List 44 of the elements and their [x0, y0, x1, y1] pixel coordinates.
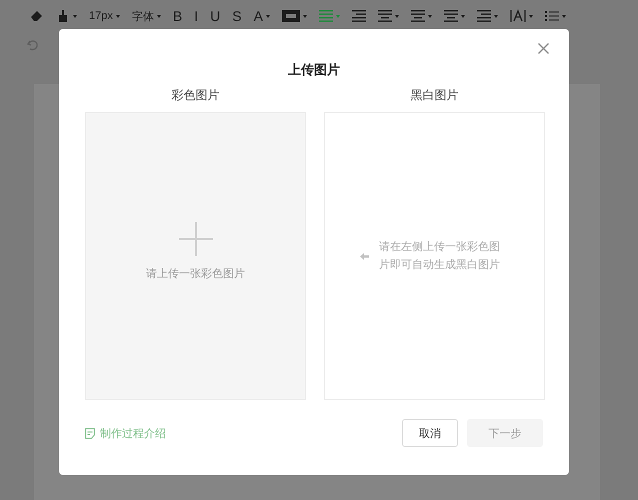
toolbar-button[interactable]: A: [250, 4, 274, 28]
upload-hint: 请上传一张彩色图片: [146, 266, 245, 280]
indent-icon: [352, 10, 366, 22]
indent-icon: [476, 10, 491, 22]
line-spacing-icon: [378, 10, 392, 22]
toolbar-button[interactable]: S: [228, 4, 246, 28]
brush-icon: [56, 9, 70, 23]
caret-icon: [394, 14, 399, 18]
caret-icon: [156, 14, 161, 18]
column-heading: 黑白图片: [410, 87, 458, 104]
caret-icon: [460, 14, 465, 18]
upload-area[interactable]: 请上传一张彩色图片: [85, 112, 306, 400]
caret-icon: [336, 14, 340, 18]
line-spacing-icon: [444, 10, 458, 22]
highlight-icon: [282, 10, 300, 22]
line-spacing-icon: [410, 10, 425, 22]
dialog-title: 上传图片: [288, 62, 340, 79]
column-heading: 彩色图片: [172, 87, 220, 104]
caret-icon: [116, 14, 120, 18]
eraser-icon: [30, 9, 44, 23]
cancel-button[interactable]: 取消: [402, 419, 458, 447]
letter-spacing-icon: [510, 9, 526, 23]
caret-icon: [562, 14, 566, 18]
toolbar-button[interactable]: 字体: [128, 4, 165, 28]
preview-hint: 请在左侧上传一张彩色图片即可自动生成黑白图片: [379, 239, 501, 273]
toolbar-button[interactable]: 17px: [85, 4, 124, 28]
caret-icon: [428, 14, 432, 18]
align-icon: [318, 10, 333, 22]
toolbar-button[interactable]: B: [168, 4, 186, 28]
close-icon: [538, 43, 549, 54]
document-icon: [85, 428, 95, 438]
caret-icon: [73, 14, 77, 18]
caret-icon: [266, 14, 270, 18]
toolbar-button[interactable]: U: [206, 4, 224, 28]
caret-icon: [494, 14, 498, 18]
list-icon: [544, 10, 559, 22]
caret-icon: [302, 14, 307, 18]
close-button[interactable]: [536, 41, 551, 56]
caret-icon: [528, 14, 533, 18]
arrow-left-icon: [360, 252, 369, 260]
toolbar-button[interactable]: I: [190, 4, 202, 28]
plus-icon: [178, 222, 212, 256]
undo-icon: [26, 38, 40, 52]
guide-link[interactable]: 制作过程介绍: [85, 426, 166, 440]
